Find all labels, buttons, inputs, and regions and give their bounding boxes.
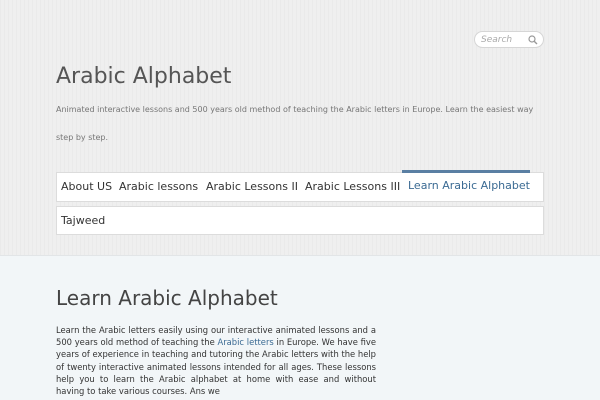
main-nav-row-1: About US Arabic lessons Arabic Lessons I…: [56, 170, 544, 202]
page-body-text: Learn the Arabic letters easily using ou…: [56, 324, 376, 397]
site-tagline: Animated interactive lessons and 500 yea…: [56, 105, 534, 142]
arabic-letters-link[interactable]: Arabic letters: [217, 337, 273, 347]
main-nav-row-2: Tajweed: [56, 206, 544, 235]
nav-item-arabic-lessons-ii[interactable]: Arabic Lessons II: [206, 173, 298, 201]
search-icon[interactable]: [528, 35, 538, 45]
site-title[interactable]: Arabic Alphabet: [56, 64, 231, 89]
nav-item-tajweed[interactable]: Tajweed: [61, 207, 105, 234]
nav-item-learn-arabic-alphabet[interactable]: Learn Arabic Alphabet: [402, 170, 530, 198]
nav-item-arabic-lessons[interactable]: Arabic lessons: [119, 173, 198, 201]
search-box[interactable]: [474, 31, 544, 48]
site-header: Arabic Alphabet Animated interactive les…: [0, 0, 600, 256]
main-content: Learn Arabic Alphabet Learn the Arabic l…: [0, 256, 600, 400]
page-title: Learn Arabic Alphabet: [56, 286, 278, 310]
search-input[interactable]: [481, 33, 529, 46]
nav-item-about-us[interactable]: About US: [61, 173, 112, 201]
nav-item-arabic-lessons-iii[interactable]: Arabic Lessons III: [305, 173, 400, 201]
